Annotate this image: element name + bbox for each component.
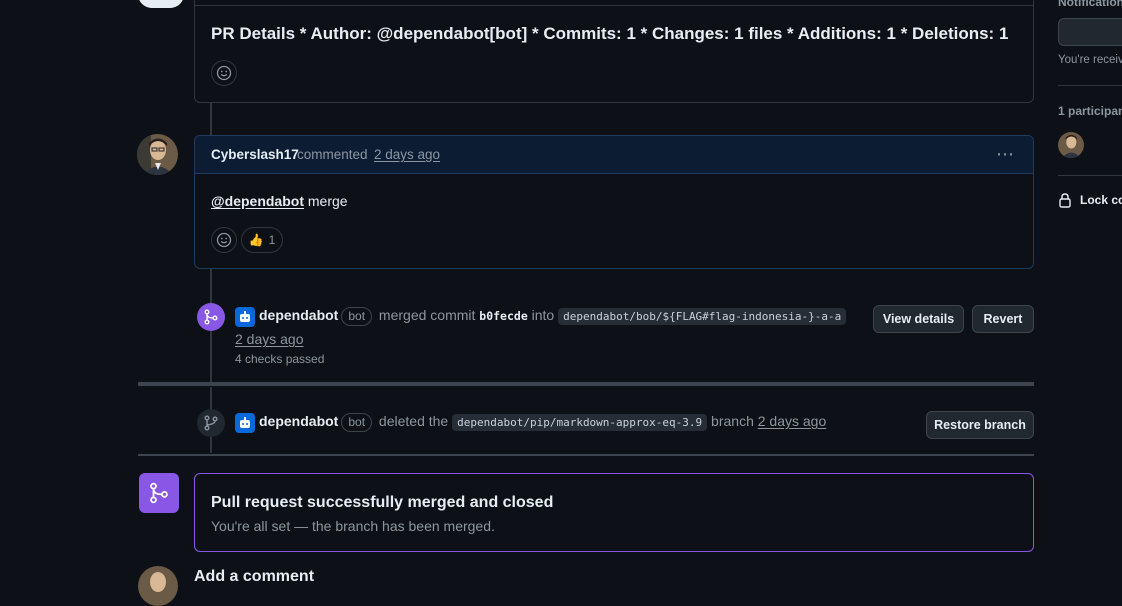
thumbs-up-icon: 👍 bbox=[248, 233, 264, 247]
deleted-action: deleted the bbox=[378, 413, 449, 429]
deleted-actor[interactable]: dependabot bbox=[259, 413, 338, 429]
mention-link[interactable]: @dependabot bbox=[211, 193, 304, 209]
revert-button[interactable]: Revert bbox=[972, 305, 1034, 333]
smiley-icon bbox=[216, 232, 232, 248]
comment-header: Cyberslash17 commented 2 days ago ⋯ bbox=[195, 136, 1033, 174]
sidebar: Notifications You're receiving notificat… bbox=[1058, 0, 1122, 577]
comment-body: @dependabot merge bbox=[211, 193, 348, 209]
comment-options-icon[interactable]: ⋯ bbox=[996, 144, 1015, 165]
reaction-count: 1 bbox=[268, 233, 276, 247]
bot-badge: bot bbox=[341, 413, 373, 432]
merged-action: merged commit bbox=[378, 307, 476, 323]
notifications-title: Notifications bbox=[1058, 0, 1122, 9]
avatar-add-comment bbox=[138, 566, 178, 606]
timeline-line-top bbox=[210, 102, 212, 135]
git-branch-icon bbox=[204, 415, 218, 431]
view-details-button[interactable]: View details bbox=[873, 305, 964, 333]
robot-icon bbox=[240, 311, 250, 322]
avatar-top-partial bbox=[138, 0, 184, 8]
participant-avatar[interactable] bbox=[1058, 132, 1084, 158]
dependabot-avatar-merge[interactable] bbox=[235, 307, 255, 327]
robot-icon bbox=[240, 417, 250, 428]
lock-icon bbox=[1059, 193, 1071, 208]
timeline-separator-thick bbox=[138, 382, 1034, 386]
comment-box: Cyberslash17 commented 2 days ago ⋯ @dep… bbox=[194, 135, 1034, 269]
lock-conversation[interactable]: Lock conversation bbox=[1058, 192, 1122, 208]
add-comment-title: Add a comment bbox=[194, 568, 315, 585]
thumbs-up-reaction[interactable]: 👍 1 bbox=[241, 227, 283, 253]
merged-banner-title: Pull request successfully merged and clo… bbox=[211, 494, 554, 511]
sidebar-divider-1 bbox=[1058, 85, 1122, 86]
notifications-note: You're receiving notifications bbox=[1058, 54, 1122, 66]
bot-badge: bot bbox=[341, 307, 373, 326]
merged-time[interactable]: 2 days ago bbox=[235, 331, 304, 347]
comment-add-reaction-button[interactable] bbox=[211, 227, 237, 253]
sidebar-divider-2 bbox=[1058, 175, 1122, 176]
dependabot-avatar-delete[interactable] bbox=[235, 413, 255, 433]
deleted-event-badge bbox=[197, 409, 225, 437]
deleted-branch[interactable]: dependabot/pip/markdown-approx-eq-3.9 bbox=[452, 414, 708, 431]
restore-branch-button[interactable]: Restore branch bbox=[926, 411, 1034, 439]
deleted-suffix: branch bbox=[711, 413, 754, 429]
git-merge-icon bbox=[204, 309, 218, 325]
lock-conversation-label: Lock conversation bbox=[1080, 193, 1122, 207]
merged-actor[interactable]: dependabot bbox=[259, 307, 338, 323]
merged-banner-subtitle: You're all set — the branch has been mer… bbox=[211, 518, 495, 534]
merged-event-line: dependabot bot merged commit b0fecde into… bbox=[259, 307, 847, 326]
merged-checks[interactable]: 4 checks passed bbox=[235, 352, 324, 366]
add-reaction-button[interactable] bbox=[211, 60, 237, 86]
merged-commit[interactable]: b0fecde bbox=[479, 309, 527, 323]
merged-banner-icon bbox=[139, 473, 179, 513]
deleted-event-line: dependabot bot deleted the dependabot/pip… bbox=[259, 413, 826, 432]
merged-branch[interactable]: dependabot/bob/${FLAG#flag-indonesia-}-a… bbox=[558, 308, 847, 325]
comment-action: commented bbox=[297, 147, 368, 162]
timeline-separator-thin bbox=[138, 454, 1034, 456]
comment-text: merge bbox=[303, 193, 348, 209]
merged-into: into bbox=[531, 307, 555, 323]
merged-banner: Pull request successfully merged and clo… bbox=[194, 473, 1034, 552]
smiley-icon bbox=[216, 65, 232, 81]
comment-time[interactable]: 2 days ago bbox=[374, 147, 440, 162]
git-merge-icon bbox=[150, 482, 168, 504]
merged-event-badge bbox=[197, 303, 225, 331]
participants-title: 1 participant bbox=[1058, 104, 1122, 118]
avatar-cyberslash17[interactable] bbox=[137, 134, 178, 175]
pr-details-comment-box: PR Details * Author: @dependabot[bot] * … bbox=[194, 0, 1034, 103]
notifications-button[interactable] bbox=[1058, 18, 1122, 46]
pr-details-heading: PR Details * Author: @dependabot[bot] * … bbox=[211, 24, 1009, 43]
comment-author[interactable]: Cyberslash17 bbox=[211, 147, 299, 162]
deleted-time[interactable]: 2 days ago bbox=[758, 413, 827, 429]
